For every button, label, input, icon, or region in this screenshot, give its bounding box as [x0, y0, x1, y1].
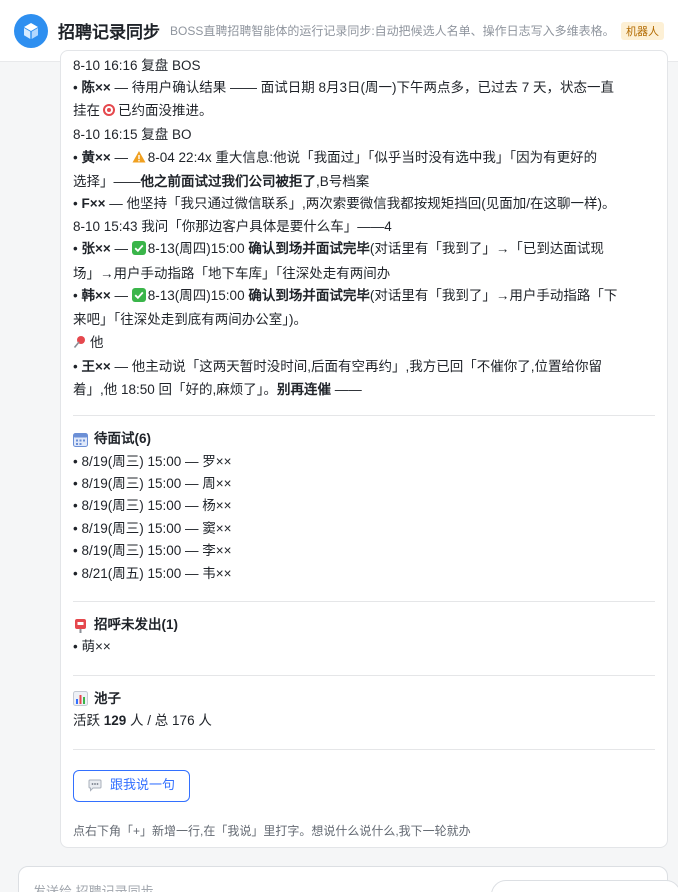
log-line: • 张×× — 8-13(周四)15:00 确认到场并面试完毕(对话里有「我到了… — [73, 238, 655, 262]
pushpin-icon — [73, 334, 87, 356]
target-icon — [102, 102, 116, 124]
pool-section-title: 池子 — [73, 688, 655, 710]
hint-text: 点右下角「+」新增一行,在「我说」里打字。想说什么说什么,我下一轮就办 — [73, 823, 471, 838]
list-item: • 8/19(周三) 15:00 — 窦×× — [73, 520, 232, 536]
section-divider — [73, 748, 655, 750]
log-line: 8-10 16:16 复盘 BOS — [73, 58, 201, 73]
pool-active-count: 129 — [103, 713, 127, 729]
list-item: • 8/19(周三) 15:00 — 周×× — [73, 475, 232, 491]
check-icon — [131, 287, 146, 309]
app-description: BOSS直聘招聘智能体的运行记录同步:自动把候选人名单、操作日志写入多维表格。 — [170, 24, 609, 38]
candidate-name: 韩×× — [81, 288, 111, 304]
list-item: • 8/19(周三) 15:00 — 杨×× — [73, 498, 232, 514]
section-divider — [73, 600, 655, 602]
log-line: • 陈×× — 待用户确认结果 —— 面试日期 8月3日(周一)下午两点多，已过… — [73, 80, 615, 96]
pending-section-title: 待面试(6) — [73, 428, 655, 450]
log-line: 他 — [73, 332, 655, 356]
candidate-name: 张×× — [81, 241, 111, 257]
bar-chart-icon — [73, 691, 88, 707]
speech-bubble-icon — [88, 779, 102, 792]
app-title: 招聘记录同步 — [58, 23, 160, 42]
log-line: 着」,他 18:50 回「好的,麻烦了」。别再连催 —— — [73, 381, 362, 397]
warning-icon — [132, 149, 146, 171]
log-line: 选择」——他之前面试过我们公司被拒了,B号档案 — [73, 174, 370, 190]
log-line: 来吧」「往深处走到底有两间办公室」)。 — [73, 312, 307, 328]
log-line: • F×× — 他坚持「我只通过微信联系」,两次索要微信我都按规矩挡回(见面加/… — [73, 196, 616, 212]
log-line: 挂在 已约面没推进。 — [73, 100, 655, 124]
message-card: 8-10 16:16 复盘 BOS • 陈×× — 待用户确认结果 —— 面试日… — [60, 50, 668, 848]
log-line: • 王×× — 他主动说「这两天暂时没时间,后面有空再约」,我方已回「不催你了,… — [73, 359, 603, 375]
section-divider — [73, 415, 655, 417]
log-line: 8-10 16:15 复盘 BO — [73, 127, 192, 143]
mailbox-icon — [73, 618, 88, 633]
candidate-name: 王×× — [81, 359, 111, 375]
log-line: • 韩×× — 8-13(周四)15:00 确认到场并面试完毕(对话里有「我到了… — [73, 285, 655, 309]
list-item: • 萌×× — [73, 639, 111, 655]
list-item: • 8/21(周五) 15:00 — 韦×× — [73, 565, 232, 581]
unsent-section-title: 招呼未发出(1) — [73, 614, 655, 636]
calendar-icon — [73, 432, 88, 447]
list-item: • 8/19(周三) 15:00 — 罗×× — [73, 453, 232, 469]
candidate-name: 黄×× — [81, 149, 111, 165]
log-line: 8-10 15:43 我问「你那边客户具体是要什么车」——4 — [73, 218, 392, 234]
composer-action-button[interactable] — [491, 880, 678, 892]
pending-list: • 8/19(周三) 15:00 — 罗×× • 8/19(周三) 15:00 … — [73, 451, 655, 585]
check-icon — [131, 240, 146, 262]
pool-stats: 活跃 129 人 / 总 176 人 — [73, 713, 212, 729]
log-line: 场」→用户手动指路「地下车库」「往深处走有两间办 — [73, 265, 391, 281]
reply-button[interactable]: 跟我说一句 — [73, 769, 191, 802]
app-logo-cube-icon — [14, 13, 48, 48]
section-divider — [73, 674, 655, 676]
candidate-name: 陈×× — [81, 80, 111, 96]
log-line: • 黄×× — 8-04 22:4x 重大信息:他说「我面过」「似乎当时没有选中… — [73, 147, 655, 171]
candidate-name: F×× — [81, 196, 106, 212]
bot-badge: 机器人 — [621, 21, 664, 40]
list-item: • 8/19(周三) 15:00 — 李×× — [73, 543, 232, 559]
composer-placeholder: 发送给 招聘记录同步 — [33, 884, 154, 892]
